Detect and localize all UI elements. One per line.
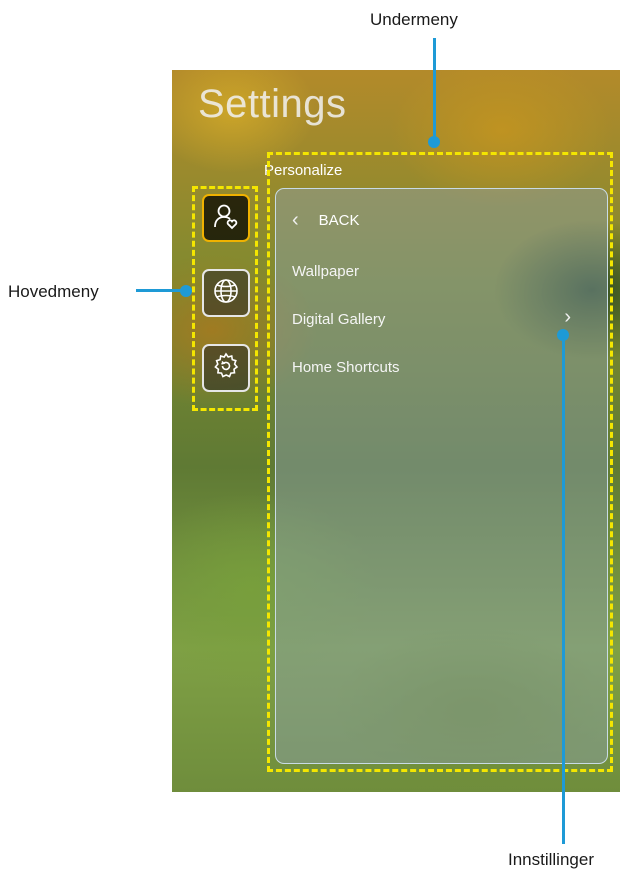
callout-undermeny: Undermeny <box>370 10 458 29</box>
callout-line-left <box>136 289 186 292</box>
callout-line-top <box>433 38 436 142</box>
callout-dot-left <box>180 285 192 297</box>
callout-line-bottom <box>562 334 565 844</box>
callout-dot-top <box>428 136 440 148</box>
callout-innstillinger: Innstillinger <box>508 850 594 869</box>
main-menu-highlight <box>192 186 258 411</box>
page-title: Settings <box>198 82 347 126</box>
callout-dot-bottom <box>557 329 569 341</box>
callout-hovedmeny: Hovedmeny <box>8 282 99 301</box>
